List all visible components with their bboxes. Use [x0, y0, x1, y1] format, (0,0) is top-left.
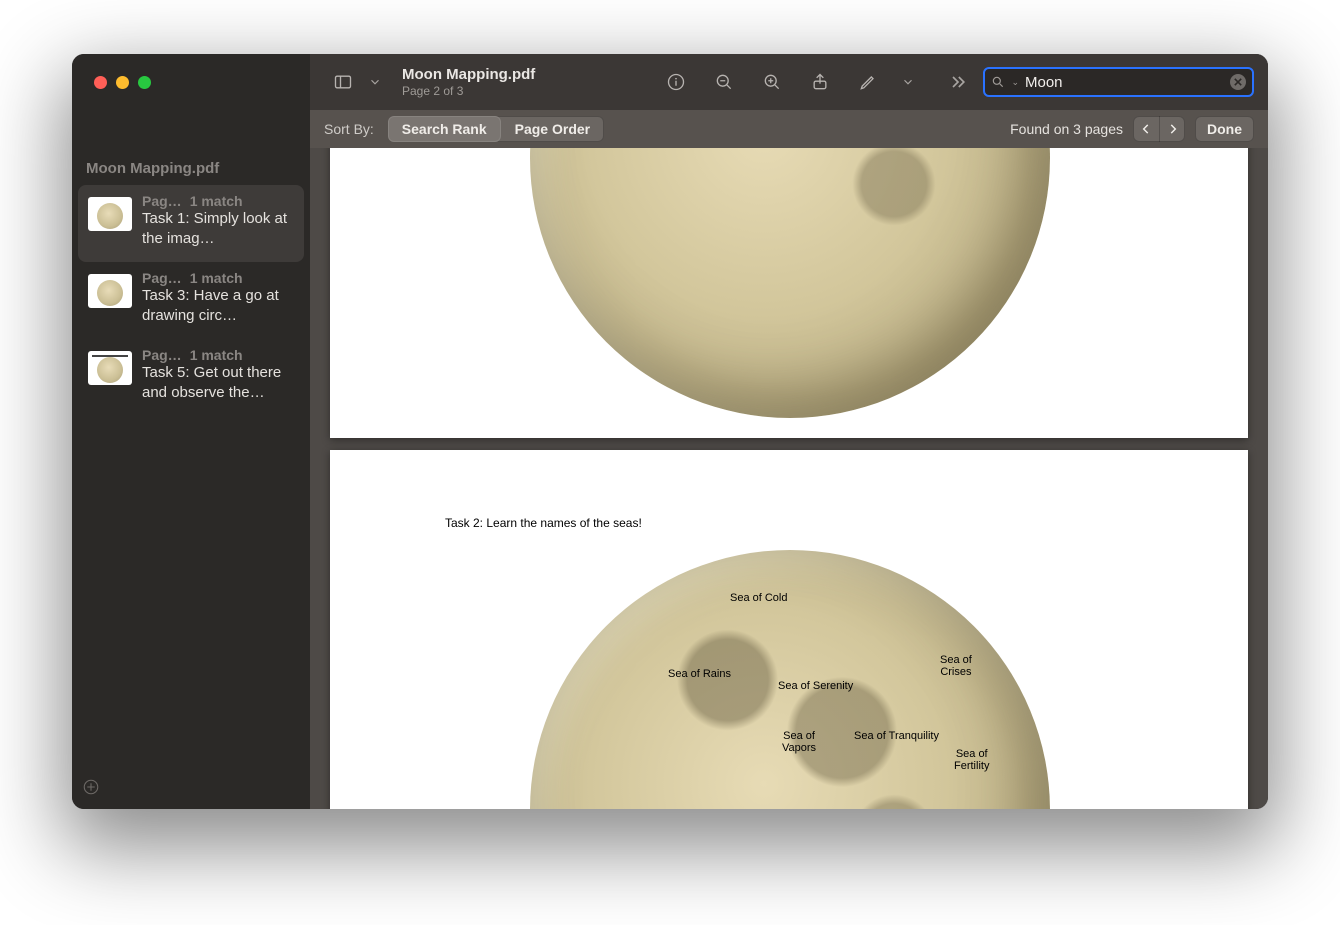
sort-search-rank-button[interactable]: Search Rank	[388, 116, 501, 142]
traffic-lights	[94, 76, 151, 89]
sea-label-vapors: Sea of Vapors	[782, 730, 816, 754]
sea-label-cold: Sea of Cold	[730, 592, 787, 604]
inspector-button[interactable]	[661, 67, 691, 97]
result-page-label: Pag…	[142, 270, 182, 286]
search-result-item[interactable]: Pag… 1 match Task 3: Have a go at drawin…	[78, 262, 304, 339]
sea-label-fertility: Sea of Fertility	[954, 748, 989, 772]
search-result-item[interactable]: Pag… 1 match Task 1: Simply look at the …	[78, 185, 304, 262]
zoom-in-icon	[762, 72, 782, 92]
page-2: Task 2: Learn the names of the seas! Sea…	[330, 450, 1248, 809]
find-bar: Sort By: Search Rank Page Order Found on…	[310, 110, 1268, 148]
result-match-count: 1 match	[190, 193, 243, 209]
found-on-pages-label: Found on 3 pages	[1010, 121, 1123, 137]
page-thumbnail	[88, 351, 132, 385]
close-window-button[interactable]	[94, 76, 107, 89]
result-match-count: 1 match	[190, 270, 243, 286]
chevron-down-icon	[901, 72, 915, 92]
moon-image	[530, 148, 1050, 418]
search-icon	[991, 75, 1005, 89]
find-next-button[interactable]	[1159, 116, 1185, 142]
sea-label-serenity: Sea of Serenity	[778, 680, 853, 692]
sidebar: Moon Mapping.pdf Pag… 1 match Task 1: Si…	[72, 54, 310, 809]
app-window: Moon Mapping.pdf Page 2 of 3	[72, 54, 1268, 809]
zoom-window-button[interactable]	[138, 76, 151, 89]
minimize-window-button[interactable]	[116, 76, 129, 89]
toolbar: Moon Mapping.pdf Page 2 of 3	[310, 54, 1268, 110]
search-result-item[interactable]: Pag… 1 match Task 5: Get out there and o…	[78, 339, 304, 416]
plus-circle-icon	[82, 778, 100, 796]
sea-label-rains: Sea of Rains	[668, 668, 731, 680]
page-1	[330, 148, 1248, 438]
sidebar-toggle-button[interactable]	[328, 67, 358, 97]
document-title-block: Moon Mapping.pdf Page 2 of 3	[402, 66, 535, 98]
find-done-button[interactable]: Done	[1195, 116, 1254, 142]
page-thumbnail	[88, 197, 132, 231]
add-page-button[interactable]	[82, 778, 100, 801]
find-previous-button[interactable]	[1133, 116, 1159, 142]
sort-page-order-button[interactable]: Page Order	[501, 116, 604, 142]
result-snippet: Task 5: Get out there and observe the…	[142, 363, 294, 402]
page-indicator: Page 2 of 3	[402, 84, 535, 98]
page-thumbnail	[88, 274, 132, 308]
sea-label-tranquility: Sea of Tranquility	[854, 730, 939, 742]
window-controls	[94, 76, 310, 89]
sidebar-icon	[333, 72, 353, 92]
result-page-label: Pag…	[142, 347, 182, 363]
document-title: Moon Mapping.pdf	[402, 66, 535, 84]
result-page-label: Pag…	[142, 193, 182, 209]
x-icon	[1234, 78, 1242, 86]
toolbar-overflow-button[interactable]	[943, 67, 973, 97]
markup-button[interactable]	[853, 67, 883, 97]
search-menu-chevron-icon[interactable]: ⌄	[1011, 77, 1019, 88]
sea-label-crises: Sea of Crises	[940, 654, 972, 678]
sort-by-label: Sort By:	[324, 121, 374, 137]
result-snippet: Task 3: Have a go at drawing circ…	[142, 286, 294, 325]
result-snippet: Task 1: Simply look at the imag…	[142, 209, 294, 248]
zoom-in-button[interactable]	[757, 67, 787, 97]
sidebar-document-title: Moon Mapping.pdf	[72, 152, 310, 185]
pencil-icon	[858, 72, 878, 92]
toolbar-center-group	[661, 67, 915, 97]
task-2-heading: Task 2: Learn the names of the seas!	[445, 516, 642, 530]
search-field[interactable]: ⌄	[983, 67, 1254, 97]
search-input[interactable]	[1025, 74, 1224, 91]
share-icon	[810, 72, 830, 92]
titlebar: Moon Mapping.pdf Page 2 of 3	[72, 54, 1268, 110]
zoom-out-button[interactable]	[709, 67, 739, 97]
chevron-double-right-icon	[948, 72, 968, 92]
markup-menu-button[interactable]	[901, 67, 915, 97]
chevron-left-icon	[1139, 122, 1153, 136]
info-icon	[666, 72, 686, 92]
zoom-out-icon	[714, 72, 734, 92]
sort-segmented-control: Search Rank Page Order	[388, 116, 604, 142]
document-viewport[interactable]: Task 2: Learn the names of the seas! Sea…	[310, 54, 1268, 809]
result-match-count: 1 match	[190, 347, 243, 363]
chevron-down-icon	[368, 72, 382, 92]
chevron-right-icon	[1166, 122, 1180, 136]
find-nav-control	[1133, 116, 1185, 142]
sidebar-menu-button[interactable]	[368, 67, 382, 97]
clear-search-button[interactable]	[1230, 74, 1246, 90]
share-button[interactable]	[805, 67, 835, 97]
